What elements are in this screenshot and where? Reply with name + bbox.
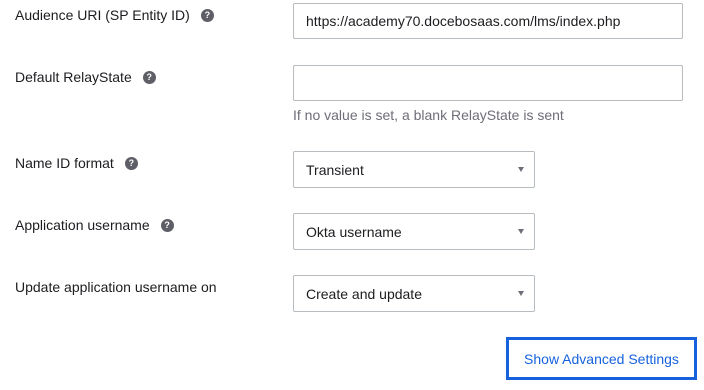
application-username-label: Application username [15,217,150,233]
help-icon[interactable]: ? [160,218,174,232]
name-id-format-label: Name ID format [15,155,114,171]
audience-uri-label-row: Audience URI (SP Entity ID) ? [15,6,214,24]
default-relaystate-label: Default RelayState [15,69,132,85]
name-id-format-value: Transient [306,161,364,178]
update-username-on-value: Create and update [306,285,422,302]
audience-uri-input[interactable] [293,3,683,39]
default-relaystate-input[interactable] [293,65,683,101]
chevron-down-icon [518,167,524,172]
chevron-down-icon [518,229,524,234]
application-username-select[interactable]: Okta username [293,213,535,250]
name-id-format-select[interactable]: Transient [293,151,535,188]
saml-settings-form: Audience URI (SP Entity ID) ? Default Re… [0,0,704,390]
application-username-value: Okta username [306,223,402,240]
update-username-on-select[interactable]: Create and update [293,275,535,312]
update-username-on-label-row: Update application username on [15,278,217,296]
show-advanced-settings-button[interactable]: Show Advanced Settings [506,337,697,380]
relaystate-hint: If no value is set, a blank RelayState i… [293,107,564,123]
help-icon[interactable]: ? [124,156,138,170]
name-id-format-label-row: Name ID format ? [15,154,138,172]
chevron-down-icon [518,291,524,296]
help-icon[interactable]: ? [200,8,214,22]
application-username-label-row: Application username ? [15,216,174,234]
help-icon[interactable]: ? [142,70,156,84]
default-relaystate-label-row: Default RelayState ? [15,68,156,86]
audience-uri-label: Audience URI (SP Entity ID) [15,7,190,23]
update-username-on-label: Update application username on [15,279,217,295]
